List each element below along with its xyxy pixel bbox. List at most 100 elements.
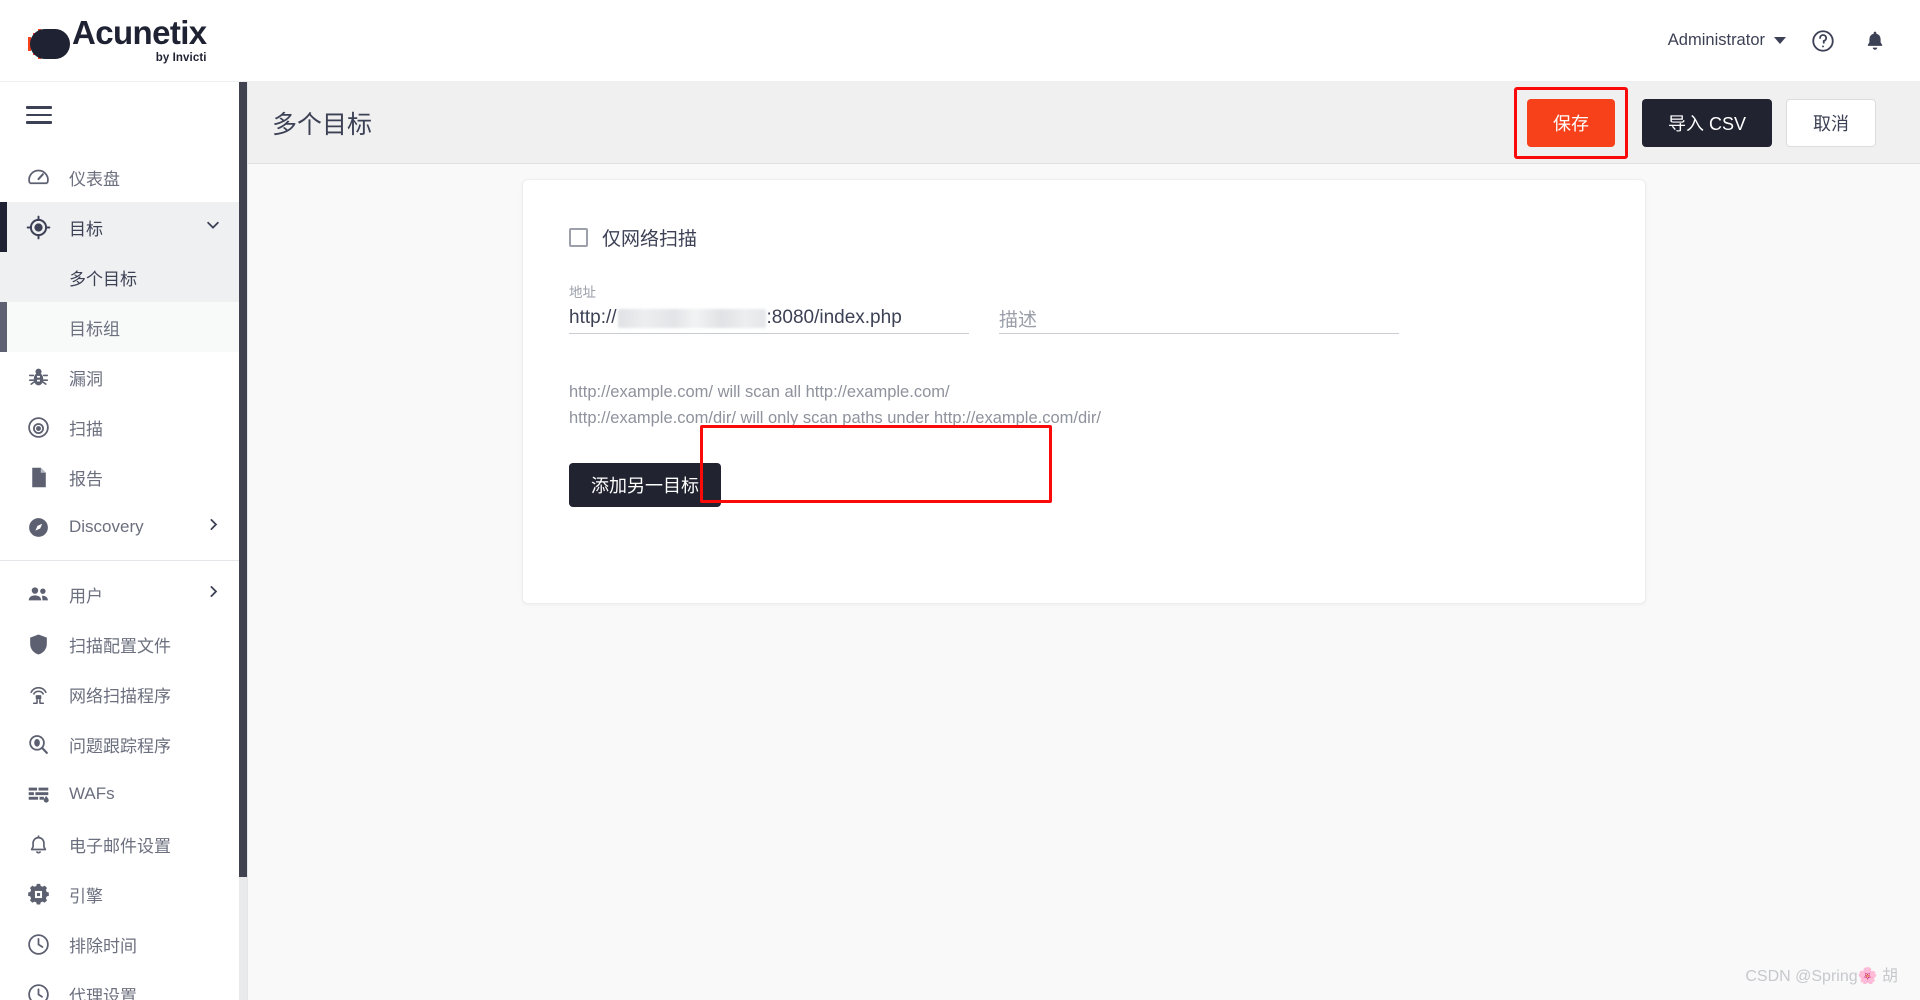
sidebar-item-email-settings[interactable]: 电子邮件设置: [0, 819, 247, 869]
sidebar-item-label: 电子邮件设置: [69, 836, 171, 856]
sidebar-item-label: 网络扫描程序: [69, 686, 171, 706]
page-header: 多个目标 保存 导入 CSV 取消: [248, 82, 1920, 164]
save-button[interactable]: 保存: [1526, 98, 1615, 147]
radar-scan-icon: [26, 415, 56, 440]
address-hint-line-1: http://example.com/ will scan all http:/…: [569, 383, 950, 401]
main-content: 仅网络扫描 地址 http:// :8080/index.php 描述 http:…: [248, 164, 1920, 1000]
sidebar-toggle-button[interactable]: [0, 82, 247, 148]
sidebar-item-label: WAFs: [69, 784, 115, 803]
page-header-actions: 保存 导入 CSV 取消: [1513, 86, 1876, 159]
top-bar-actions: Administrator: [1668, 26, 1890, 56]
sidebar-item-network-scanner[interactable]: 网络扫描程序: [0, 669, 247, 719]
top-bar: Acunetix by Invicti Administrator: [0, 0, 1920, 82]
user-menu[interactable]: Administrator: [1668, 31, 1786, 50]
bell-outline-icon: [26, 832, 56, 857]
sidebar: 仪表盘 目标 多个目标 目标组 漏洞 扫描 报告 Discovery 用户 扫描…: [0, 82, 248, 1000]
network-scanner-icon: [26, 682, 56, 707]
address-hint-text: http://example.com/ will scan all http:/…: [569, 380, 1599, 431]
sidebar-item-proxy-settings[interactable]: 代理设置: [0, 969, 247, 1000]
sidebar-item-label: 目标: [69, 219, 103, 239]
bell-icon[interactable]: [1860, 26, 1890, 56]
sidebar-item-scan-profiles[interactable]: 扫描配置文件: [0, 619, 247, 669]
sidebar-item-target-groups[interactable]: 目标组: [0, 302, 247, 352]
chevron-down-icon: [1774, 37, 1786, 44]
sidebar-item-label: 扫描: [69, 419, 103, 439]
sidebar-subitem-label: 多个目标: [69, 269, 137, 289]
user-menu-label: Administrator: [1667, 31, 1765, 49]
hamburger-menu-icon: [26, 106, 52, 124]
engine-chip-icon: [26, 882, 56, 907]
watermark: CSDN @Spring🌸 胡: [1745, 968, 1898, 985]
sidebar-item-dashboard[interactable]: 仪表盘: [0, 152, 247, 202]
sidebar-item-engines[interactable]: 引擎: [0, 869, 247, 919]
sidebar-item-label: 问题跟踪程序: [69, 736, 171, 756]
cancel-button[interactable]: 取消: [1786, 98, 1876, 147]
network-scan-only-row[interactable]: 仅网络扫描: [569, 224, 1599, 251]
sidebar-item-multiple-targets[interactable]: 多个目标: [0, 252, 247, 302]
address-value-prefix: http://: [569, 307, 617, 328]
target-form-card: 仅网络扫描 地址 http:// :8080/index.php 描述 http:…: [522, 179, 1646, 604]
target-fields-row: 地址 http:// :8080/index.php 描述: [569, 281, 1599, 334]
shield-icon: [26, 632, 56, 657]
address-value-suffix: :8080/index.php: [766, 307, 902, 328]
address-redacted-host: [617, 308, 766, 328]
address-hint-line-2: http://example.com/dir/ will only scan p…: [569, 408, 1101, 427]
waf-firewall-icon: [26, 782, 56, 807]
sidebar-item-wafs[interactable]: WAFs: [0, 769, 247, 819]
sidebar-item-reports[interactable]: 报告: [0, 452, 247, 502]
chevron-right-icon: [205, 583, 222, 605]
sidebar-item-label: 排除时间: [69, 936, 137, 956]
bug-icon: [26, 365, 56, 390]
chevron-right-icon: [205, 516, 222, 538]
brand-name: Acunetix: [72, 14, 207, 52]
import-csv-button[interactable]: 导入 CSV: [1641, 98, 1772, 147]
save-button-highlight: 保存: [1513, 86, 1628, 159]
sidebar-item-vulnerabilities[interactable]: 漏洞: [0, 352, 247, 402]
sidebar-item-label: 漏洞: [69, 369, 103, 389]
sidebar-scroll-area: 仪表盘 目标 多个目标 目标组 漏洞 扫描 报告 Discovery 用户 扫描…: [0, 82, 247, 1000]
brand-logo[interactable]: Acunetix by Invicti: [26, 16, 207, 65]
network-scan-only-checkbox[interactable]: [569, 228, 588, 247]
sidebar-item-label: 扫描配置文件: [69, 636, 171, 656]
chevron-down-icon: [204, 216, 222, 239]
sidebar-item-issue-trackers[interactable]: 问题跟踪程序: [0, 719, 247, 769]
description-field-caption: [999, 281, 1399, 298]
sidebar-item-excluded-hours[interactable]: 排除时间: [0, 919, 247, 969]
description-field[interactable]: 描述: [999, 281, 1399, 334]
users-icon: [26, 582, 56, 607]
brand-tagline: by Invicti: [155, 52, 207, 65]
address-field-caption: 地址: [569, 285, 596, 300]
address-field[interactable]: 地址 http:// :8080/index.php: [569, 281, 969, 334]
sidebar-item-discovery[interactable]: Discovery: [0, 502, 247, 552]
compass-icon: [26, 515, 56, 540]
clock-icon: [26, 932, 56, 957]
sidebar-item-targets[interactable]: 目标: [0, 202, 247, 252]
acunetix-app-window: Acunetix by Invicti Administrator 仪表盘 目标…: [0, 0, 1920, 1000]
sidebar-scrollbar-thumb[interactable]: [239, 82, 247, 877]
sidebar-item-label: 用户: [69, 586, 103, 606]
acunetix-logo-icon: [26, 25, 72, 65]
add-another-target-button[interactable]: 添加另一目标: [569, 463, 721, 508]
description-input[interactable]: 描述: [999, 303, 1399, 333]
document-report-icon: [26, 465, 56, 490]
address-input[interactable]: http:// :8080/index.php: [569, 303, 969, 333]
sidebar-divider: [0, 560, 247, 561]
issue-tracker-icon: [26, 732, 56, 757]
proxy-settings-icon: [26, 982, 56, 1000]
sidebar-item-scans[interactable]: 扫描: [0, 402, 247, 452]
description-field-underline: [999, 333, 1399, 334]
sidebar-scrollbar-track[interactable]: [239, 82, 247, 1000]
sidebar-subitem-label: 目标组: [69, 319, 120, 339]
sidebar-item-label: 引擎: [69, 886, 103, 906]
sidebar-item-label: 代理设置: [69, 986, 137, 1000]
sidebar-item-label: 报告: [69, 469, 103, 489]
page-title: 多个目标: [272, 110, 373, 139]
network-scan-only-label: 仅网络扫描: [602, 229, 698, 250]
help-circle-icon[interactable]: [1808, 26, 1838, 56]
dashboard-gauge-icon: [26, 165, 56, 190]
sidebar-item-label: 仪表盘: [69, 169, 120, 189]
address-field-underline: [569, 333, 969, 334]
target-crosshair-icon: [26, 215, 56, 240]
sidebar-item-users[interactable]: 用户: [0, 569, 247, 619]
sidebar-item-label: Discovery: [69, 517, 144, 536]
